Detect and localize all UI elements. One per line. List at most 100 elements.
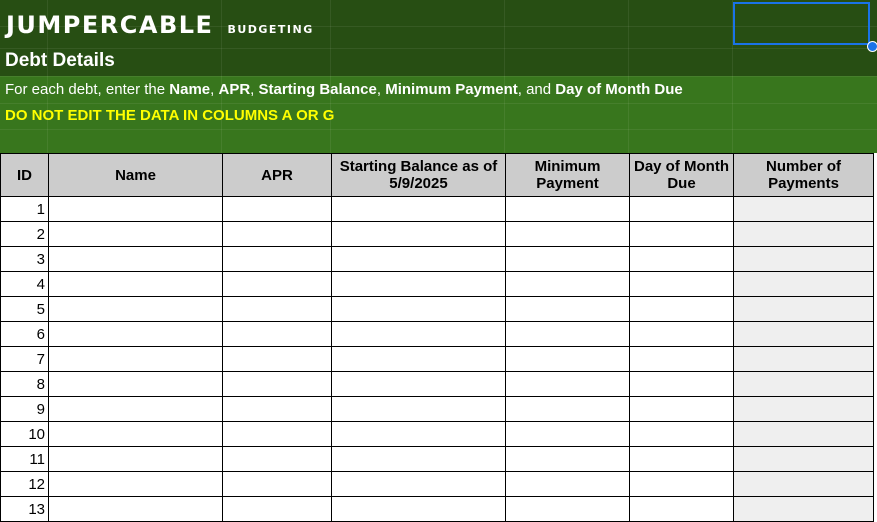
starting-balance-cell[interactable] bbox=[331, 196, 506, 222]
day-due-cell[interactable] bbox=[629, 396, 734, 422]
day-due-cell[interactable] bbox=[629, 371, 734, 397]
apr-cell[interactable] bbox=[222, 196, 332, 222]
day-due-cell[interactable] bbox=[629, 296, 734, 322]
warning-text: DO NOT EDIT THE DATA IN COLUMNS A OR G bbox=[5, 107, 335, 124]
minimum-payment-cell[interactable] bbox=[505, 496, 630, 522]
number-of-payments-cell bbox=[733, 246, 874, 272]
selected-cell[interactable] bbox=[733, 2, 870, 45]
day-due-cell[interactable] bbox=[629, 421, 734, 447]
apr-cell[interactable] bbox=[222, 346, 332, 372]
minimum-payment-cell[interactable] bbox=[505, 421, 630, 447]
id-cell: 3 bbox=[0, 246, 49, 272]
minimum-payment-cell[interactable] bbox=[505, 346, 630, 372]
starting-balance-cell[interactable] bbox=[331, 246, 506, 272]
minimum-payment-cell[interactable] bbox=[505, 371, 630, 397]
starting-balance-cell[interactable] bbox=[331, 271, 506, 297]
apr-cell[interactable] bbox=[222, 496, 332, 522]
minimum-payment-cell[interactable] bbox=[505, 196, 630, 222]
day-due-cell[interactable] bbox=[629, 221, 734, 247]
table-row: 3 bbox=[0, 246, 874, 272]
name-cell[interactable] bbox=[48, 346, 223, 372]
name-cell[interactable] bbox=[48, 421, 223, 447]
day-due-cell[interactable] bbox=[629, 496, 734, 522]
table-row: 8 bbox=[0, 371, 874, 397]
apr-cell[interactable] bbox=[222, 471, 332, 497]
minimum-payment-cell[interactable] bbox=[505, 471, 630, 497]
name-cell[interactable] bbox=[48, 321, 223, 347]
column-header-starting-balance: Starting Balance as of 5/9/2025 bbox=[331, 153, 506, 197]
apr-cell[interactable] bbox=[222, 296, 332, 322]
instructions-prefix: For each debt, enter the bbox=[5, 81, 170, 98]
starting-balance-cell[interactable] bbox=[331, 396, 506, 422]
apr-cell[interactable] bbox=[222, 221, 332, 247]
id-cell: 8 bbox=[0, 371, 49, 397]
apr-cell[interactable] bbox=[222, 371, 332, 397]
column-header-day-due: Day of Month Due bbox=[629, 153, 734, 197]
day-due-cell[interactable] bbox=[629, 196, 734, 222]
name-cell[interactable] bbox=[48, 446, 223, 472]
table-row: 11 bbox=[0, 446, 874, 472]
id-cell: 1 bbox=[0, 196, 49, 222]
selection-fill-handle[interactable] bbox=[867, 41, 877, 52]
starting-balance-cell[interactable] bbox=[331, 371, 506, 397]
minimum-payment-cell[interactable] bbox=[505, 221, 630, 247]
minimum-payment-cell[interactable] bbox=[505, 296, 630, 322]
day-due-cell[interactable] bbox=[629, 271, 734, 297]
apr-cell[interactable] bbox=[222, 271, 332, 297]
budget-banner: Jumpercable Budgeting Debt Details For e… bbox=[0, 0, 877, 153]
apr-cell[interactable] bbox=[222, 246, 332, 272]
name-cell[interactable] bbox=[48, 396, 223, 422]
table-row: 7 bbox=[0, 346, 874, 372]
table-row: 1 bbox=[0, 196, 874, 222]
name-cell[interactable] bbox=[48, 496, 223, 522]
instructions-due-day: Day of Month Due bbox=[555, 81, 683, 98]
minimum-payment-cell[interactable] bbox=[505, 246, 630, 272]
id-cell: 7 bbox=[0, 346, 49, 372]
day-due-cell[interactable] bbox=[629, 446, 734, 472]
minimum-payment-cell[interactable] bbox=[505, 321, 630, 347]
starting-balance-cell[interactable] bbox=[331, 346, 506, 372]
apr-cell[interactable] bbox=[222, 396, 332, 422]
apr-cell[interactable] bbox=[222, 321, 332, 347]
minimum-payment-cell[interactable] bbox=[505, 271, 630, 297]
table-row: 12 bbox=[0, 471, 874, 497]
starting-balance-cell[interactable] bbox=[331, 471, 506, 497]
starting-balance-cell[interactable] bbox=[331, 321, 506, 347]
day-due-cell[interactable] bbox=[629, 246, 734, 272]
name-cell[interactable] bbox=[48, 271, 223, 297]
starting-balance-cell[interactable] bbox=[331, 296, 506, 322]
number-of-payments-cell bbox=[733, 471, 874, 497]
name-cell[interactable] bbox=[48, 196, 223, 222]
name-cell[interactable] bbox=[48, 246, 223, 272]
day-due-cell[interactable] bbox=[629, 346, 734, 372]
minimum-payment-cell[interactable] bbox=[505, 396, 630, 422]
number-of-payments-cell bbox=[733, 346, 874, 372]
table-row: 9 bbox=[0, 396, 874, 422]
brand-name: Jumpercable bbox=[6, 2, 214, 42]
number-of-payments-cell bbox=[733, 396, 874, 422]
name-cell[interactable] bbox=[48, 371, 223, 397]
apr-cell[interactable] bbox=[222, 421, 332, 447]
table-row: 4 bbox=[0, 271, 874, 297]
instructions-sep-2: , bbox=[250, 81, 259, 98]
name-cell[interactable] bbox=[48, 296, 223, 322]
day-due-cell[interactable] bbox=[629, 471, 734, 497]
apr-cell[interactable] bbox=[222, 446, 332, 472]
instructions-apr: APR bbox=[218, 81, 251, 98]
starting-balance-cell[interactable] bbox=[331, 421, 506, 447]
app-title: Jumpercable Budgeting bbox=[6, 2, 314, 42]
starting-balance-cell[interactable] bbox=[331, 496, 506, 522]
minimum-payment-cell[interactable] bbox=[505, 446, 630, 472]
number-of-payments-cell bbox=[733, 496, 874, 522]
day-due-cell[interactable] bbox=[629, 321, 734, 347]
column-header-minimum-payment: Minimum Payment bbox=[505, 153, 630, 197]
id-cell: 10 bbox=[0, 421, 49, 447]
id-cell: 2 bbox=[0, 221, 49, 247]
name-cell[interactable] bbox=[48, 221, 223, 247]
starting-balance-cell[interactable] bbox=[331, 221, 506, 247]
id-cell: 4 bbox=[0, 271, 49, 297]
name-cell[interactable] bbox=[48, 471, 223, 497]
table-row: 5 bbox=[0, 296, 874, 322]
id-cell: 6 bbox=[0, 321, 49, 347]
starting-balance-cell[interactable] bbox=[331, 446, 506, 472]
